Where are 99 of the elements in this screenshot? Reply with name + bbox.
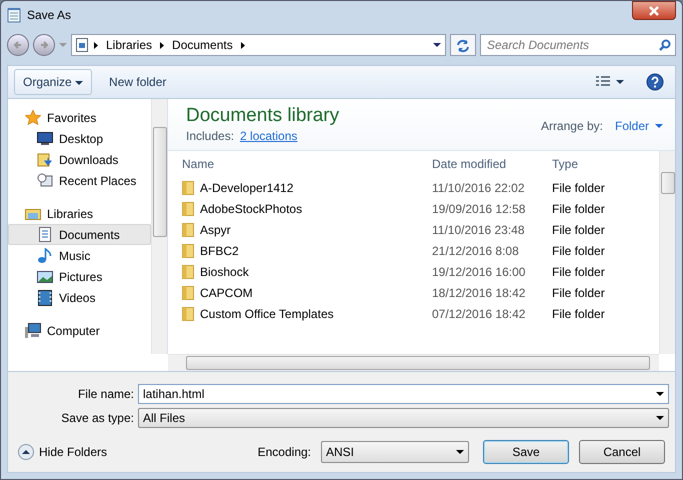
star-icon (25, 110, 41, 126)
column-header[interactable]: Name (168, 155, 426, 173)
sidebar-item[interactable]: Videos (8, 287, 151, 308)
organize-button[interactable]: Organize (14, 69, 92, 95)
sidebar-item[interactable]: Recent Places (8, 170, 151, 191)
document-icon (76, 38, 88, 52)
chevron-icon (94, 42, 98, 48)
includes-label: Includes: (186, 128, 234, 145)
breadcrumb-item[interactable]: Libraries (104, 36, 154, 54)
caret-icon (656, 416, 664, 420)
folder-icon (182, 264, 194, 279)
table-cell-text: 19/12/2016 16:00 (431, 264, 526, 280)
hide-folders-button[interactable]: Hide Folders (14, 443, 112, 461)
chevron-icon (160, 42, 164, 48)
table-cell-text: File folder (551, 180, 606, 196)
list-view-icon (596, 76, 610, 88)
sidebar-item[interactable]: Downloads (8, 149, 151, 170)
table-cell-text: File folder (551, 284, 606, 302)
save-as-type-label: Save as type: (60, 410, 134, 427)
vertical-scrollbar[interactable] (151, 99, 167, 354)
sidebar-item[interactable]: Pictures (8, 266, 151, 287)
file-row-name[interactable]: CAPCOM (168, 284, 426, 302)
sidebar-item[interactable]: Libraries (8, 203, 151, 224)
caret-icon (616, 80, 624, 84)
table-cell-text: File folder (551, 222, 606, 238)
table-cell-text: 07/12/2016 18:42 (431, 306, 526, 322)
search-icon (659, 39, 671, 51)
folder-icon (182, 306, 194, 321)
refresh-button[interactable] (450, 34, 476, 56)
column-header[interactable]: Type (546, 155, 659, 173)
close-icon (649, 6, 659, 16)
sidebar-item[interactable]: Documents (8, 224, 151, 245)
music-note-icon (37, 248, 53, 264)
file-row-name[interactable]: Aspyr (168, 220, 426, 238)
vertical-scrollbar[interactable] (659, 151, 675, 354)
table-cell-text: File folder (551, 200, 606, 218)
file-row-name[interactable]: A-Developer1412 (168, 178, 426, 196)
horizontal-scrollbar[interactable] (168, 354, 659, 371)
table-cell-text: 11/10/2016 23:48 (431, 222, 526, 238)
file-row-name[interactable]: AdobeStockPhotos (168, 200, 426, 218)
new-folder-button[interactable]: New folder (100, 69, 176, 95)
file-row-name[interactable]: BFBC2 (168, 242, 426, 260)
caret-icon (75, 80, 84, 85)
file-name-label: File name: (76, 386, 134, 403)
table-cell-text: 19/09/2016 12:58 (431, 200, 526, 218)
column-header[interactable]: Date modified (426, 155, 546, 173)
arrange-by-dropdown[interactable]: Folder (614, 116, 663, 134)
caret-icon (456, 450, 464, 454)
scrollbar-thumb[interactable] (186, 356, 650, 370)
document-icon (37, 226, 53, 242)
close-button[interactable] (632, 1, 676, 20)
download-folder-icon (37, 152, 53, 168)
file-row-name[interactable]: Bioshock (168, 262, 426, 280)
folder-icon (182, 222, 194, 237)
sidebar-item[interactable]: Music (8, 245, 151, 266)
search-box[interactable]: Search Documents (480, 34, 676, 56)
encoding-dropdown[interactable]: ANSI (321, 441, 469, 463)
address-bar[interactable]: Libraries Documents (71, 34, 446, 56)
table-cell-text: 21/12/2016 8:08 (431, 242, 520, 260)
forward-button[interactable] (33, 34, 55, 56)
caret-icon (59, 43, 67, 47)
library-title: Documents library (186, 105, 340, 127)
table-cell-text: File folder (551, 264, 606, 280)
scrollbar-thumb[interactable] (660, 172, 674, 194)
table-cell-text: File folder (551, 306, 606, 322)
save-as-type-dropdown[interactable]: All Files (138, 408, 669, 428)
computer-icon (25, 322, 41, 338)
window-title: Save As (27, 7, 72, 24)
caret-icon (433, 43, 441, 47)
scrollbar-thumb[interactable] (152, 126, 166, 236)
film-icon (37, 290, 53, 306)
back-button[interactable] (7, 34, 29, 56)
chevron-icon (240, 42, 245, 48)
folder-icon (182, 243, 194, 258)
back-arrow-icon (13, 40, 23, 50)
folder-icon (182, 201, 194, 216)
caret-icon (656, 392, 664, 396)
arrange-by-label: Arrange by: (540, 118, 603, 134)
folder-icon (182, 180, 194, 195)
save-button[interactable]: Save (483, 440, 569, 464)
sidebar-item[interactable]: Computer (8, 320, 151, 341)
refresh-icon (456, 38, 470, 53)
forward-arrow-icon (39, 40, 49, 50)
sidebar-item[interactable]: Favorites (8, 107, 151, 128)
locations-link[interactable]: 2 locations (240, 127, 298, 145)
sidebar-item[interactable]: Desktop (8, 128, 151, 149)
encoding-label: Encoding: (258, 444, 311, 461)
cancel-button[interactable]: Cancel (579, 440, 665, 464)
notepad-icon (7, 7, 21, 23)
table-cell-text: 18/12/2016 18:42 (431, 284, 526, 302)
table-cell-text: File folder (551, 242, 606, 260)
breadcrumb-item[interactable]: Documents (170, 36, 235, 54)
help-icon (646, 73, 664, 92)
file-row-name[interactable]: Custom Office Templates (168, 304, 426, 322)
folder-icon (182, 285, 194, 300)
caret-icon (655, 124, 663, 128)
picture-icon (37, 268, 53, 284)
desktop-icon (37, 130, 53, 146)
table-cell-text: 11/10/2016 22:02 (431, 180, 526, 196)
